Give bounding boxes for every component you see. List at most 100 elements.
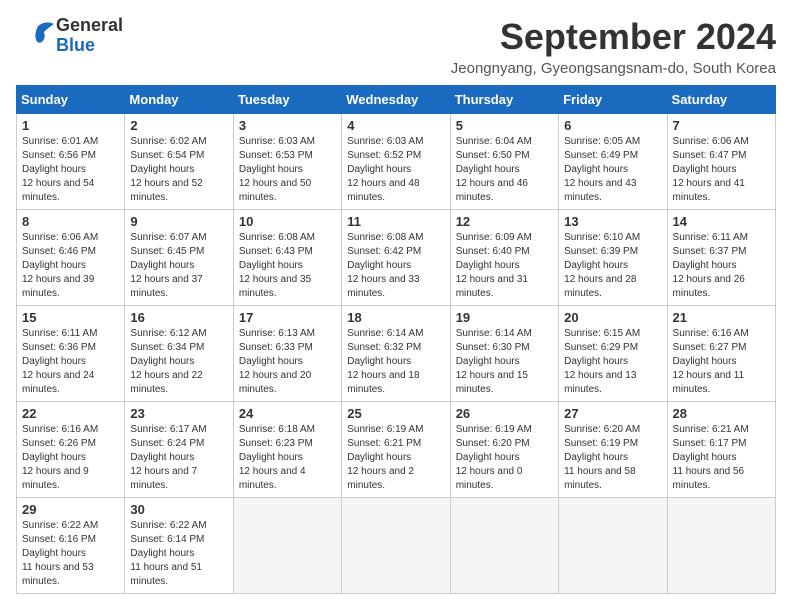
daylight-label: Daylight hours <box>22 260 86 271</box>
day-number: 28 <box>673 406 770 421</box>
daylight-label: Daylight hours <box>456 260 520 271</box>
sunset-label: Sunset: 6:19 PM <box>564 438 638 449</box>
calendar-day-cell: 3 Sunrise: 6:03 AM Sunset: 6:53 PM Dayli… <box>233 114 341 210</box>
sunset-label: Sunset: 6:27 PM <box>673 342 747 353</box>
daylight-label: Daylight hours <box>239 356 303 367</box>
calendar-header-row: SundayMondayTuesdayWednesdayThursdayFrid… <box>17 86 776 114</box>
calendar-week-row: 8 Sunrise: 6:06 AM Sunset: 6:46 PM Dayli… <box>17 210 776 306</box>
calendar-day-cell: 30 Sunrise: 6:22 AM Sunset: 6:14 PM Dayl… <box>125 498 233 594</box>
day-info: Sunrise: 6:05 AM Sunset: 6:49 PM Dayligh… <box>564 135 661 205</box>
day-number: 21 <box>673 310 770 325</box>
day-number: 29 <box>22 502 119 517</box>
sunrise-label: Sunrise: 6:19 AM <box>456 424 532 435</box>
sunrise-label: Sunrise: 6:13 AM <box>239 328 315 339</box>
sunset-label: Sunset: 6:45 PM <box>130 246 204 257</box>
day-info: Sunrise: 6:01 AM Sunset: 6:56 PM Dayligh… <box>22 135 119 205</box>
day-number: 16 <box>130 310 227 325</box>
day-number: 24 <box>239 406 336 421</box>
calendar-day-cell: 19 Sunrise: 6:14 AM Sunset: 6:30 PM Dayl… <box>450 306 558 402</box>
sunrise-label: Sunrise: 6:16 AM <box>22 424 98 435</box>
day-info: Sunrise: 6:14 AM Sunset: 6:32 PM Dayligh… <box>347 327 444 397</box>
day-number: 19 <box>456 310 553 325</box>
sunset-label: Sunset: 6:26 PM <box>22 438 96 449</box>
calendar-day-cell: 10 Sunrise: 6:08 AM Sunset: 6:43 PM Dayl… <box>233 210 341 306</box>
calendar-week-row: 1 Sunrise: 6:01 AM Sunset: 6:56 PM Dayli… <box>17 114 776 210</box>
day-info: Sunrise: 6:14 AM Sunset: 6:30 PM Dayligh… <box>456 327 553 397</box>
daylight-label: Daylight hours <box>130 164 194 175</box>
day-number: 14 <box>673 214 770 229</box>
daylight-label: Daylight hours <box>673 260 737 271</box>
calendar-day-cell: 9 Sunrise: 6:07 AM Sunset: 6:45 PM Dayli… <box>125 210 233 306</box>
sunset-label: Sunset: 6:29 PM <box>564 342 638 353</box>
calendar-day-cell: 8 Sunrise: 6:06 AM Sunset: 6:46 PM Dayli… <box>17 210 125 306</box>
daylight-label: Daylight hours <box>347 164 411 175</box>
logo: General Blue <box>16 16 123 56</box>
sunset-label: Sunset: 6:43 PM <box>239 246 313 257</box>
day-info: Sunrise: 6:10 AM Sunset: 6:39 PM Dayligh… <box>564 231 661 301</box>
daylight-value: 12 hours and 9 minutes. <box>22 466 89 491</box>
calendar-day-cell: 25 Sunrise: 6:19 AM Sunset: 6:21 PM Dayl… <box>342 402 450 498</box>
daylight-label: Daylight hours <box>564 164 628 175</box>
day-info: Sunrise: 6:11 AM Sunset: 6:37 PM Dayligh… <box>673 231 770 301</box>
calendar-day-cell: 1 Sunrise: 6:01 AM Sunset: 6:56 PM Dayli… <box>17 114 125 210</box>
page-header: General Blue September 2024 Jeongnyang, … <box>16 16 776 77</box>
sunrise-label: Sunrise: 6:08 AM <box>347 232 423 243</box>
calendar-day-cell: 15 Sunrise: 6:11 AM Sunset: 6:36 PM Dayl… <box>17 306 125 402</box>
day-number: 1 <box>22 118 119 133</box>
daylight-label: Daylight hours <box>564 260 628 271</box>
daylight-value: 12 hours and 20 minutes. <box>239 370 311 395</box>
day-number: 20 <box>564 310 661 325</box>
day-number: 9 <box>130 214 227 229</box>
sunset-label: Sunset: 6:37 PM <box>673 246 747 257</box>
weekday-header: Sunday <box>17 86 125 114</box>
sunrise-label: Sunrise: 6:22 AM <box>130 520 206 531</box>
calendar-day-cell: 13 Sunrise: 6:10 AM Sunset: 6:39 PM Dayl… <box>559 210 667 306</box>
calendar-day-cell: 28 Sunrise: 6:21 AM Sunset: 6:17 PM Dayl… <box>667 402 775 498</box>
calendar-day-cell: 29 Sunrise: 6:22 AM Sunset: 6:16 PM Dayl… <box>17 498 125 594</box>
logo-text-block: General Blue <box>56 16 123 56</box>
day-info: Sunrise: 6:09 AM Sunset: 6:40 PM Dayligh… <box>456 231 553 301</box>
calendar-day-cell: 17 Sunrise: 6:13 AM Sunset: 6:33 PM Dayl… <box>233 306 341 402</box>
sunset-label: Sunset: 6:16 PM <box>22 534 96 545</box>
sunrise-label: Sunrise: 6:14 AM <box>347 328 423 339</box>
daylight-label: Daylight hours <box>130 356 194 367</box>
day-info: Sunrise: 6:07 AM Sunset: 6:45 PM Dayligh… <box>130 231 227 301</box>
day-info: Sunrise: 6:11 AM Sunset: 6:36 PM Dayligh… <box>22 327 119 397</box>
day-info: Sunrise: 6:16 AM Sunset: 6:26 PM Dayligh… <box>22 423 119 493</box>
daylight-value: 11 hours and 56 minutes. <box>673 466 745 491</box>
sunset-label: Sunset: 6:34 PM <box>130 342 204 353</box>
day-info: Sunrise: 6:13 AM Sunset: 6:33 PM Dayligh… <box>239 327 336 397</box>
daylight-value: 12 hours and 41 minutes. <box>673 178 745 203</box>
daylight-value: 12 hours and 13 minutes. <box>564 370 636 395</box>
calendar-day-cell: 5 Sunrise: 6:04 AM Sunset: 6:50 PM Dayli… <box>450 114 558 210</box>
daylight-value: 12 hours and 18 minutes. <box>347 370 419 395</box>
sunrise-label: Sunrise: 6:05 AM <box>564 136 640 147</box>
sunrise-label: Sunrise: 6:16 AM <box>673 328 749 339</box>
sunset-label: Sunset: 6:36 PM <box>22 342 96 353</box>
calendar-day-cell: 14 Sunrise: 6:11 AM Sunset: 6:37 PM Dayl… <box>667 210 775 306</box>
day-info: Sunrise: 6:03 AM Sunset: 6:53 PM Dayligh… <box>239 135 336 205</box>
sunset-label: Sunset: 6:24 PM <box>130 438 204 449</box>
day-number: 18 <box>347 310 444 325</box>
day-info: Sunrise: 6:06 AM Sunset: 6:47 PM Dayligh… <box>673 135 770 205</box>
day-info: Sunrise: 6:03 AM Sunset: 6:52 PM Dayligh… <box>347 135 444 205</box>
sunset-label: Sunset: 6:40 PM <box>456 246 530 257</box>
calendar-day-cell: 12 Sunrise: 6:09 AM Sunset: 6:40 PM Dayl… <box>450 210 558 306</box>
daylight-label: Daylight hours <box>456 356 520 367</box>
day-info: Sunrise: 6:08 AM Sunset: 6:42 PM Dayligh… <box>347 231 444 301</box>
sunset-label: Sunset: 6:33 PM <box>239 342 313 353</box>
logo-icon <box>16 18 52 54</box>
daylight-label: Daylight hours <box>347 260 411 271</box>
day-number: 13 <box>564 214 661 229</box>
daylight-value: 12 hours and 54 minutes. <box>22 178 94 203</box>
sunrise-label: Sunrise: 6:11 AM <box>22 328 97 339</box>
sunset-label: Sunset: 6:50 PM <box>456 150 530 161</box>
sunset-label: Sunset: 6:20 PM <box>456 438 530 449</box>
day-info: Sunrise: 6:12 AM Sunset: 6:34 PM Dayligh… <box>130 327 227 397</box>
calendar-day-cell: 21 Sunrise: 6:16 AM Sunset: 6:27 PM Dayl… <box>667 306 775 402</box>
day-number: 27 <box>564 406 661 421</box>
daylight-value: 12 hours and 15 minutes. <box>456 370 528 395</box>
sunset-label: Sunset: 6:52 PM <box>347 150 421 161</box>
location-subtitle: Jeongnyang, Gyeongsangsnam-do, South Kor… <box>451 60 776 77</box>
day-info: Sunrise: 6:22 AM Sunset: 6:14 PM Dayligh… <box>130 519 227 589</box>
